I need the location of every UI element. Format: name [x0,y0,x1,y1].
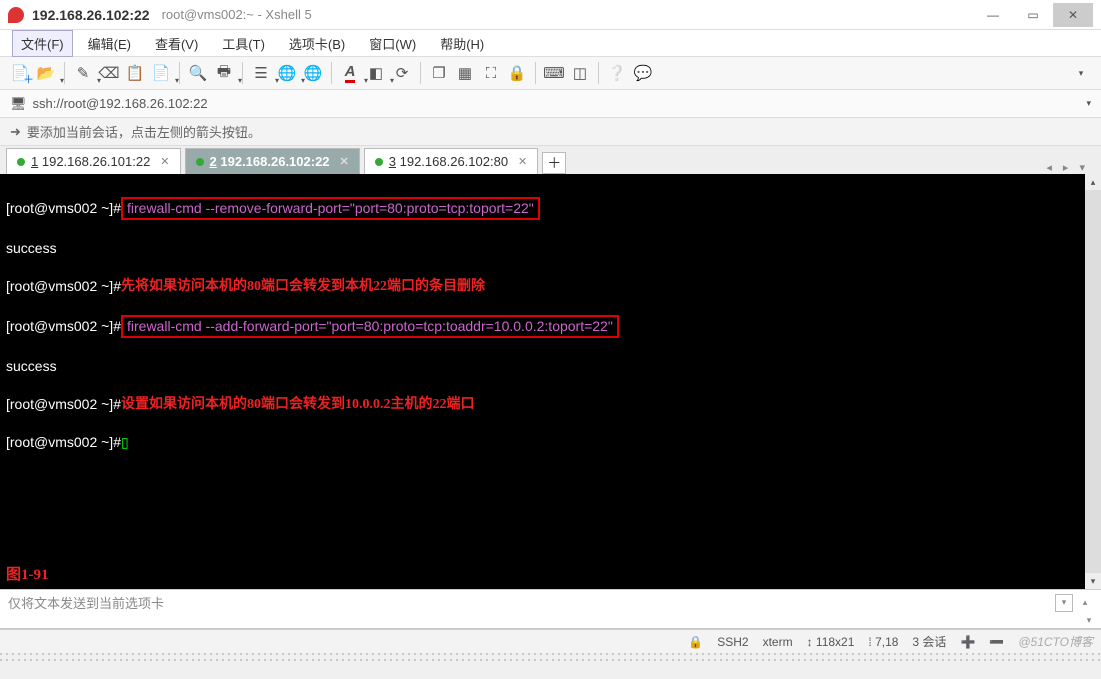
app-icon [8,7,24,23]
close-button[interactable]: ✕ [1053,3,1093,27]
address-text: ssh://root@192.168.26.102:22 [33,96,208,111]
command-1-box: firewall-cmd --remove-forward-port="port… [121,197,540,220]
copy-icon[interactable]: 📋 [123,61,147,85]
toolbar: 📄＋ 📂▾ ✎▾ ⌫ 📋 📄▾ 🔍 🖶▾ ☰▾ 🌐▾ 🌐 A▾ ◧▾ ⟳ ❐ ▦… [0,56,1101,90]
font-color-icon[interactable]: A▾ [338,61,362,85]
keyboard-icon[interactable]: ⌨ [542,61,566,85]
input-mode-dropdown[interactable]: ▾ [1055,594,1073,612]
properties-icon[interactable]: ☰▾ [249,61,273,85]
color-scheme-icon[interactable]: ◧▾ [364,61,388,85]
lock-icon[interactable]: 🔒 [505,61,529,85]
status-dot-icon [375,158,383,166]
input-bar[interactable]: 仅将文本发送到当前选项卡 ▾ ▴ [0,589,1101,615]
menu-tools[interactable]: 工具(T) [213,30,274,57]
address-overflow-icon[interactable]: ▾ [1086,98,1091,109]
fullscreen-icon[interactable]: ⛶ [479,61,503,85]
status-size: 118x21 [816,635,854,649]
menu-tab[interactable]: 选项卡(B) [280,30,354,57]
terminal[interactable]: [root@vms002 ~]# firewall-cmd --remove-f… [0,174,1101,589]
eraser-icon[interactable]: ⌫ [97,61,121,85]
menu-file[interactable]: 文件(F) [12,30,73,57]
tab-close-icon[interactable]: ✕ [160,155,169,168]
open-session-icon[interactable]: 📂▾ [34,61,58,85]
session-icon[interactable]: 🌐 [301,61,325,85]
search-icon[interactable]: 🔍 [186,61,210,85]
menubar: 文件(F) 编辑(E) 查看(V) 工具(T) 选项卡(B) 窗口(W) 帮助(… [0,30,1101,56]
menu-help[interactable]: 帮助(H) [431,30,493,57]
cascade-icon[interactable]: ❐ [427,61,451,85]
add-session-arrow-icon[interactable]: ➜ [10,124,21,140]
status-sessions: 3 会话 [912,633,946,650]
status-dot-icon [196,158,204,166]
tab-close-icon[interactable]: ✕ [518,155,527,168]
panel-icon[interactable]: ◫ [568,61,592,85]
input-scroll-down[interactable]: ▾ [1081,615,1097,628]
tip-text: 要添加当前会话，点击左侧的箭头按钮。 [27,122,261,141]
cursor: ▯ [121,433,129,452]
resize-grip[interactable] [0,653,1101,663]
terminal-scrollbar[interactable]: ▴ ▾ [1085,174,1101,589]
status-bar: 🔒 SSH2 xterm ↕ 118x21 ⁞ 7,18 3 会话 ➕ ➖ @5… [0,629,1101,653]
tab-2[interactable]: 2 192.168.26.102:22 ✕ [185,148,360,174]
status-termtype: xterm [763,635,793,649]
scroll-up-icon[interactable]: ▴ [1085,174,1101,190]
tab-3[interactable]: 3 192.168.26.102:80 ✕ [364,148,539,174]
menu-window[interactable]: 窗口(W) [360,30,425,57]
annotation-1: 先将如果访问本机的80端口会转发到本机22端口的条目删除 [121,277,485,296]
reconnect-icon[interactable]: ⟳ [390,61,414,85]
status-size-arrows: ↕ [807,635,813,649]
ssh-indicator-icon: 🖥 [10,96,27,112]
window-title-main: 192.168.26.102:22 [32,7,150,23]
new-session-icon[interactable]: 📄＋ [8,61,32,85]
annotation-2: 设置如果访问本机的80端口会转发到10.0.0.2主机的22端口 [121,395,475,414]
status-protocol: SSH2 [717,635,748,649]
titlebar: 192.168.26.102:22 root@vms002:~ - Xshell… [0,0,1101,30]
toolbar-overflow-icon[interactable]: ▾ [1069,61,1093,85]
tab-close-icon[interactable]: ✕ [340,155,349,168]
input-placeholder: 仅将文本发送到当前选项卡 [8,593,164,612]
chat-icon[interactable]: 💬 [631,61,655,85]
window-title-sub: root@vms002:~ - Xshell 5 [162,7,312,22]
paste-icon[interactable]: 📄▾ [149,61,173,85]
edit-icon[interactable]: ✎▾ [71,61,95,85]
watermark: @51CTO博客 [1018,633,1093,650]
menu-edit[interactable]: 编辑(E) [79,30,140,57]
scroll-down-icon[interactable]: ▾ [1085,573,1101,589]
tab-row: 1 192.168.26.101:22 ✕ 2 192.168.26.102:2… [0,146,1101,174]
minimize-button[interactable]: — [973,3,1013,27]
tab-1[interactable]: 1 192.168.26.101:22 ✕ [6,148,181,174]
status-lock-icon: 🔒 [688,635,703,649]
tile-icon[interactable]: ▦ [453,61,477,85]
status-plus-icon[interactable]: ➕ [960,635,975,649]
add-tab-button[interactable]: ＋ [542,152,566,174]
status-minus-icon[interactable]: ➖ [989,635,1004,649]
help-icon[interactable]: ❔ [605,61,629,85]
menu-view[interactable]: 查看(V) [146,30,207,57]
output-2: success [6,357,57,376]
print-icon[interactable]: 🖶▾ [212,61,236,85]
maximize-button[interactable]: ▭ [1013,3,1053,27]
status-dot-icon [17,158,25,166]
input-scroll-up[interactable]: ▴ [1077,597,1093,608]
command-2-box: firewall-cmd --add-forward-port="port=80… [121,315,619,338]
tab-scroll-arrows[interactable]: ◂ ▸ ▾ [1046,161,1095,174]
address-bar[interactable]: 🖥 ssh://root@192.168.26.102:22 ▾ [0,90,1101,118]
globe-icon[interactable]: 🌐▾ [275,61,299,85]
tip-bar: ➜ 要添加当前会话，点击左侧的箭头按钮。 [0,118,1101,146]
figure-label: 图1-91 [6,566,49,585]
status-cursor: 7,18 [875,635,898,649]
output-1: success [6,239,57,258]
